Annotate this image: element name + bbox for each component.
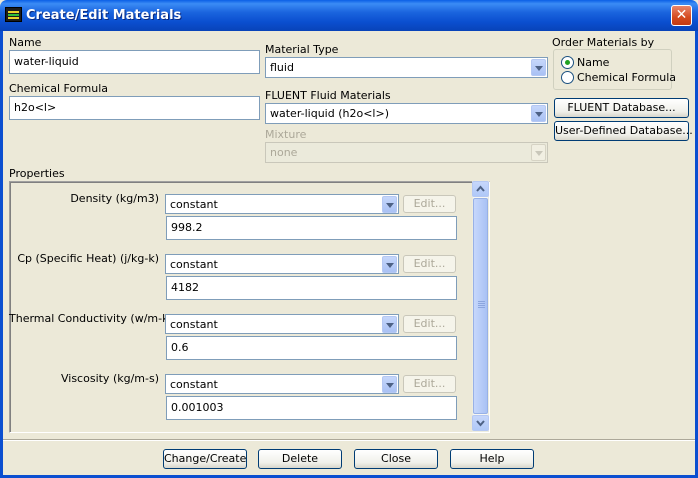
viscosity-value-field[interactable]: 0.001003 [166, 396, 457, 420]
bottom-separator-highlight [3, 440, 695, 441]
change-create-button[interactable]: Change/Create [163, 449, 247, 469]
chevron-down-icon[interactable] [382, 316, 397, 333]
material-type-label: Material Type [265, 43, 339, 56]
order-by-name-label[interactable]: Name [577, 56, 609, 69]
fluent-fluid-materials-value: water-liquid (h2o<l>) [270, 107, 389, 120]
thermal-conductivity-label: Thermal Conductivity (w/m-k) [9, 312, 173, 325]
chevron-down-icon[interactable] [382, 256, 397, 273]
cp-label: Cp (Specific Heat) (j/kg-k) [17, 252, 159, 265]
name-field[interactable]: water-liquid [9, 50, 260, 74]
thermal-conductivity-edit-button: Edit... [403, 315, 456, 333]
close-button[interactable]: Close [354, 449, 438, 469]
viscosity-edit-button: Edit... [403, 375, 456, 393]
fluent-app-icon [5, 7, 22, 22]
cp-value-field[interactable]: 4182 [166, 276, 457, 300]
viscosity-method-dropdown[interactable]: constant [165, 374, 399, 394]
density-edit-button: Edit... [403, 195, 456, 213]
viscosity-method-value: constant [170, 378, 218, 391]
delete-button[interactable]: Delete [258, 449, 342, 469]
mixture-dropdown: none [265, 142, 548, 163]
fluent-fluid-materials-dropdown[interactable]: water-liquid (h2o<l>) [265, 103, 548, 124]
arrow-down-icon[interactable] [472, 415, 489, 431]
density-label: Density (kg/m3) [70, 192, 159, 205]
cp-edit-button: Edit... [403, 255, 456, 273]
density-method-value: constant [170, 198, 218, 211]
order-by-name-radio[interactable] [561, 56, 574, 69]
fluent-database-button[interactable]: FLUENT Database... [554, 98, 689, 118]
properties-label: Properties [9, 167, 65, 180]
chevron-down-icon[interactable] [531, 59, 546, 76]
scrollbar-thumb[interactable] [473, 198, 488, 414]
density-value-field[interactable]: 998.2 [166, 216, 457, 240]
help-button[interactable]: Help [450, 449, 534, 469]
order-by-formula-label[interactable]: Chemical Formula [577, 71, 676, 84]
chevron-down-icon[interactable] [382, 196, 397, 213]
thermal-conductivity-value-field[interactable]: 0.6 [166, 336, 457, 360]
density-method-dropdown[interactable]: constant [165, 194, 399, 214]
close-icon[interactable]: ✕ [671, 5, 692, 26]
window-title: Create/Edit Materials [26, 8, 182, 23]
cp-method-value: constant [170, 258, 218, 271]
mixture-value: none [270, 146, 298, 159]
name-label: Name [9, 36, 42, 49]
user-defined-database-button[interactable]: User-Defined Database... [554, 121, 693, 141]
window-frame-left [0, 31, 3, 478]
chemical-formula-field[interactable]: h2o<l> [9, 96, 260, 120]
chevron-down-icon[interactable] [382, 376, 397, 393]
material-type-value: fluid [270, 61, 294, 74]
viscosity-label: Viscosity (kg/m-s) [60, 372, 159, 385]
order-by-label: Order Materials by [552, 36, 655, 49]
chemical-formula-label: Chemical Formula [9, 82, 109, 95]
cp-method-dropdown[interactable]: constant [165, 254, 399, 274]
arrow-up-icon[interactable] [472, 181, 489, 197]
thermal-conductivity-method-dropdown[interactable]: constant [165, 314, 399, 334]
chevron-down-icon[interactable] [531, 105, 546, 122]
material-type-dropdown[interactable]: fluid [265, 57, 548, 78]
mixture-label: Mixture [265, 128, 307, 141]
chevron-down-icon [531, 144, 546, 161]
thermal-conductivity-method-value: constant [170, 318, 218, 331]
order-by-formula-radio[interactable] [561, 71, 574, 84]
fluent-fluid-materials-label: FLUENT Fluid Materials [265, 89, 391, 102]
